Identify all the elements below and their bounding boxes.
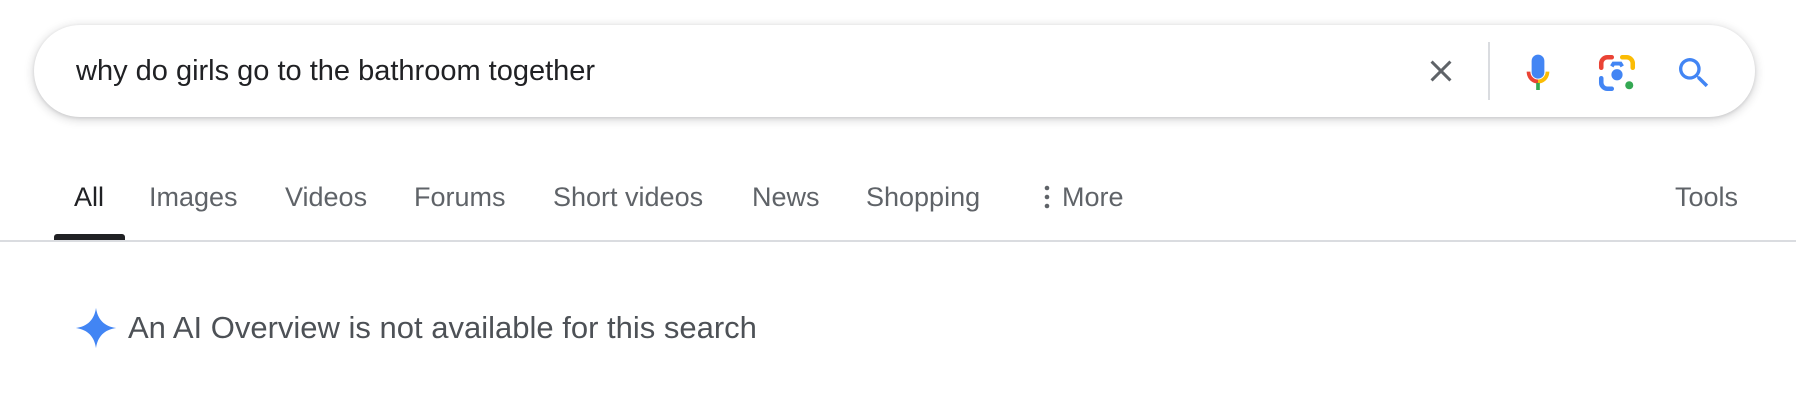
search-icon [1679, 58, 1709, 88]
lens-search-button[interactable] [1588, 45, 1646, 101]
microphone-icon [1526, 54, 1550, 90]
clear-search-button[interactable] [1415, 45, 1467, 97]
tab-shopping[interactable]: Shopping [866, 170, 980, 240]
tab-short-videos[interactable]: Short videos [553, 170, 703, 240]
close-icon [1430, 60, 1452, 82]
vertical-dots-icon [1044, 185, 1050, 209]
camera-lens-icon [1598, 54, 1636, 92]
search-tabs: All Images Videos Forums Short videos Ne… [0, 170, 1796, 240]
search-input[interactable]: why do girls go to the bathroom together [76, 47, 595, 95]
search-divider [1488, 42, 1490, 100]
search-button[interactable] [1666, 45, 1722, 101]
ai-overview-notice: An AI Overview is not available for this… [74, 303, 757, 353]
tab-all[interactable]: All [74, 170, 104, 240]
sparkle-icon [75, 307, 117, 349]
tab-more[interactable]: More [1040, 170, 1124, 240]
tab-images[interactable]: Images [149, 170, 238, 240]
tab-videos[interactable]: Videos [285, 170, 367, 240]
ai-overview-message: An AI Overview is not available for this… [128, 310, 757, 345]
tools-button[interactable]: Tools [1675, 170, 1738, 240]
tab-more-label: More [1062, 182, 1124, 212]
tab-news[interactable]: News [752, 170, 820, 240]
tabs-divider [0, 240, 1796, 242]
voice-search-button[interactable] [1510, 45, 1566, 101]
tab-forums[interactable]: Forums [414, 170, 506, 240]
